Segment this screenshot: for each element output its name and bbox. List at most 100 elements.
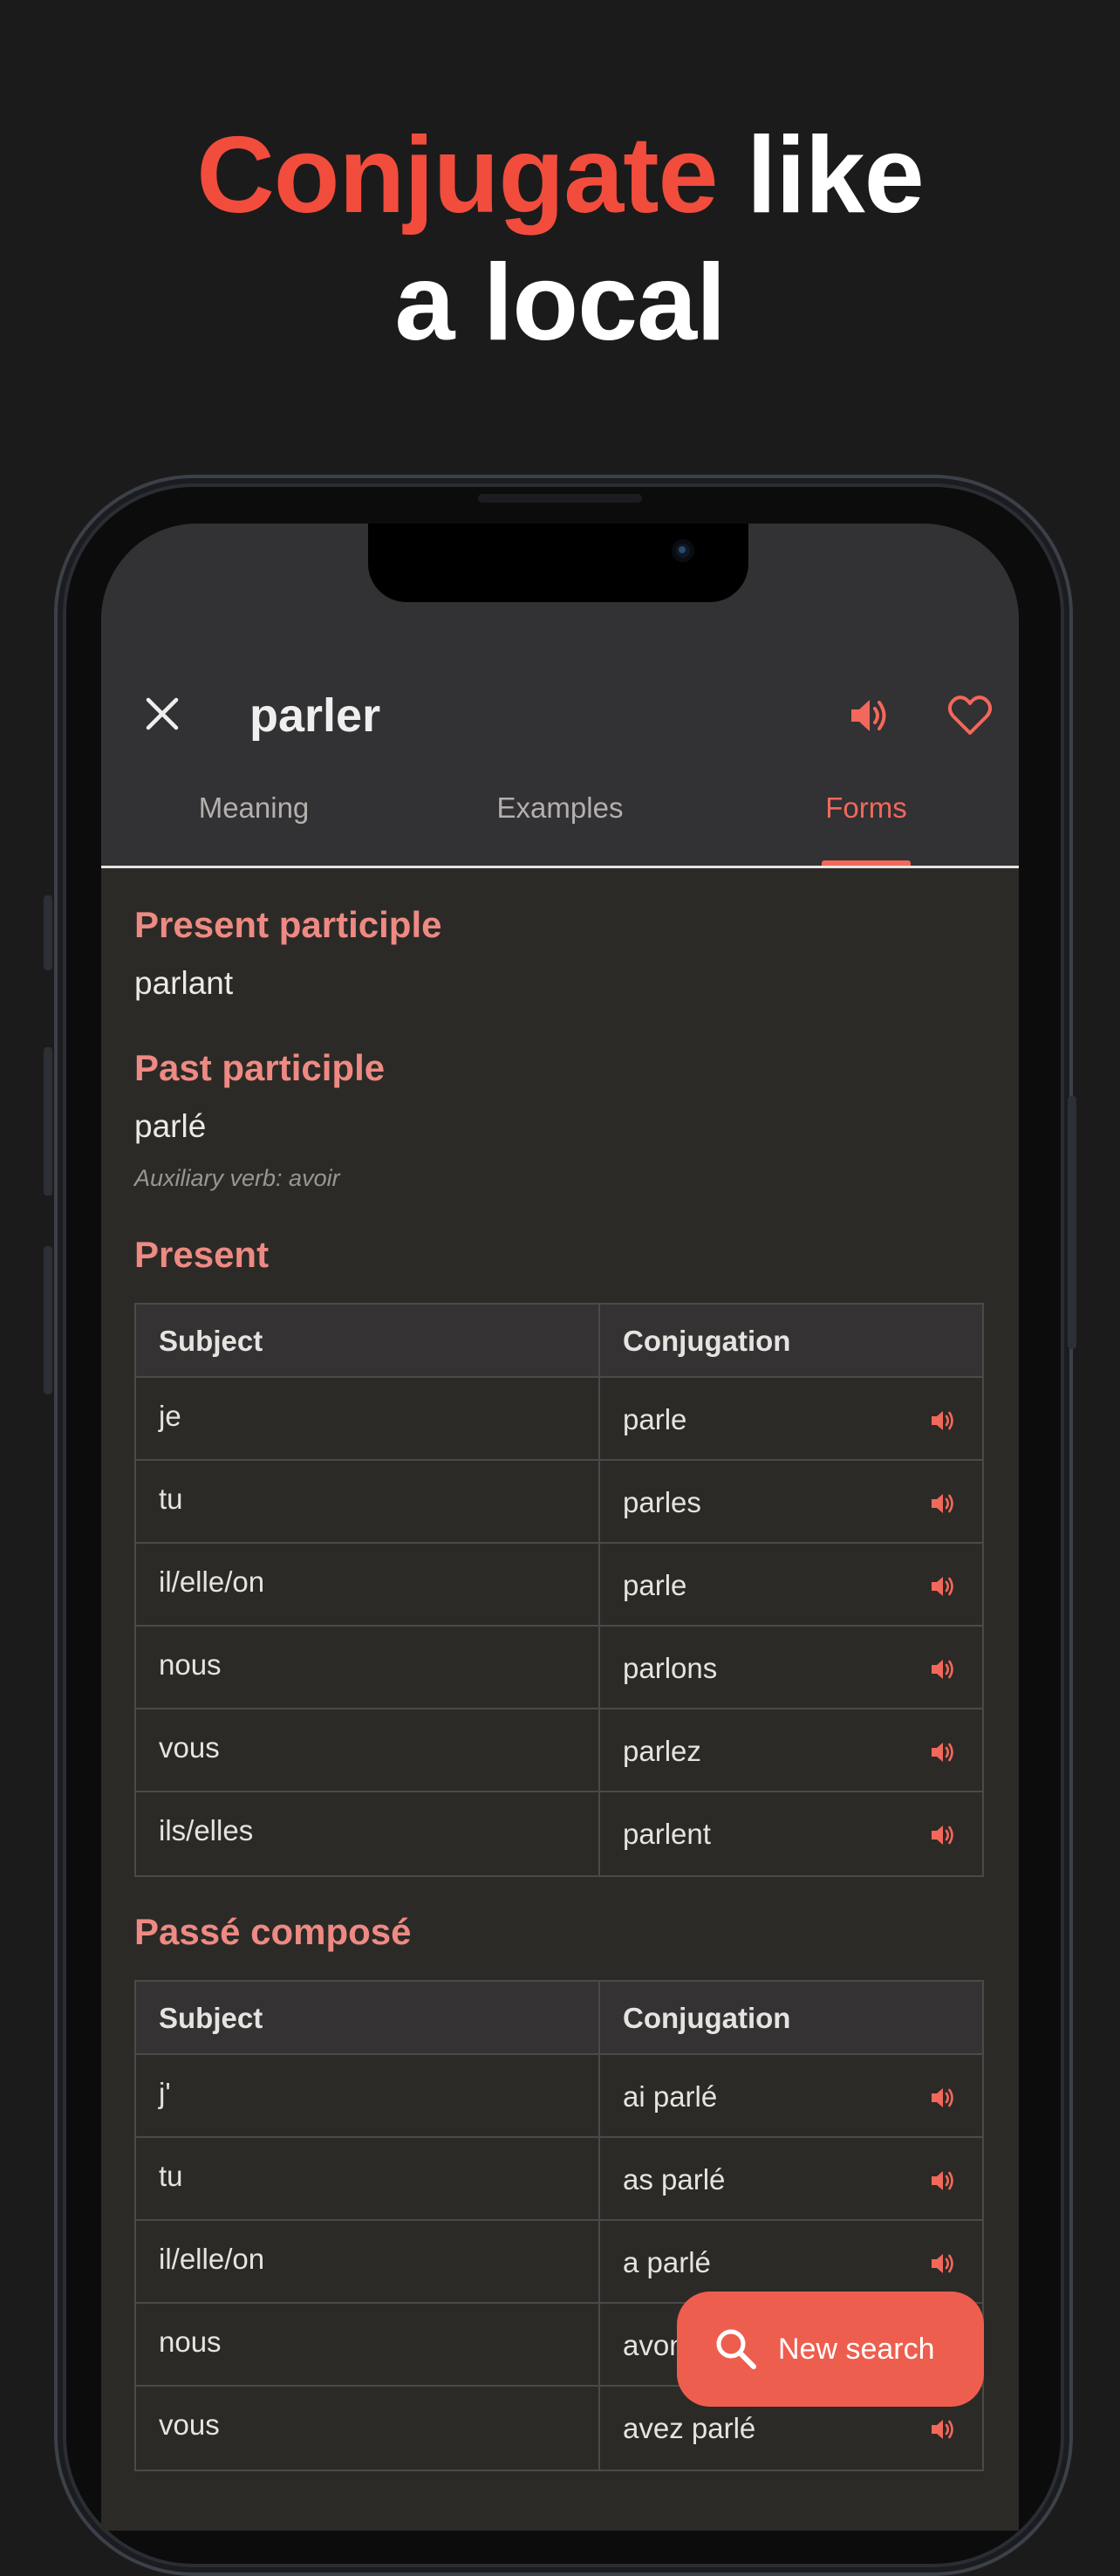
column-divider [598, 1305, 600, 1376]
speaker-icon [932, 1411, 953, 1430]
phone-speaker-grille [478, 494, 642, 503]
table-row: j' ai parlé [136, 2055, 982, 2138]
row-speaker-icon[interactable] [928, 2083, 958, 2113]
column-divider [598, 2304, 600, 2385]
headline: Conjugate like a local [0, 112, 1120, 367]
column-divider [598, 1982, 600, 2053]
speaker-icon [851, 700, 886, 731]
subject-cell: tu [159, 2160, 183, 2192]
pronounce-button[interactable] [843, 689, 895, 742]
row-speaker-icon[interactable] [928, 2415, 958, 2444]
speaker-icon [932, 1660, 953, 1679]
subject-cell: il/elle/on [159, 1565, 265, 1598]
subject-cell: nous [159, 2326, 222, 2358]
column-header-conjugation: Conjugation [623, 1325, 791, 1357]
phone-power-button [1068, 1096, 1076, 1349]
table-header-row: Subject Conjugation [136, 1982, 982, 2055]
conjugation-cell: parlez [623, 1735, 701, 1767]
subject-cell: nous [159, 1648, 222, 1681]
speaker-icon [932, 2420, 953, 2439]
auxiliary-verb-note: Auxiliary verb: avoir [134, 1165, 340, 1191]
past-participle-value: parlé [134, 1108, 207, 1144]
subject-cell: il/elle/on [159, 2243, 265, 2275]
table-row: nous parlons [136, 1627, 982, 1709]
present-participle-value: parlant [134, 965, 234, 1001]
subject-cell: ils/elles [159, 1814, 254, 1846]
column-divider [598, 1378, 600, 1459]
conjugation-cell: parle [623, 1403, 687, 1435]
speaker-icon [932, 2088, 953, 2107]
table-row: vous parlez [136, 1709, 982, 1792]
row-speaker-icon[interactable] [928, 1572, 958, 1601]
speaker-icon [932, 1494, 953, 1513]
row-speaker-icon[interactable] [928, 1737, 958, 1767]
conjugation-cell: parlent [623, 1818, 711, 1850]
present-table: Subject Conjugation je parle tu parles i… [134, 1303, 984, 1877]
close-icon [146, 697, 179, 730]
table-header-row: Subject Conjugation [136, 1305, 982, 1378]
new-search-label: New search [778, 2333, 935, 2366]
conjugation-cell: as parlé [623, 2163, 726, 2196]
table-row: tu parles [136, 1461, 982, 1544]
speaker-icon [932, 2171, 953, 2190]
tab-meaning[interactable]: Meaning [101, 791, 406, 826]
subject-cell: tu [159, 1483, 183, 1515]
speaker-icon [932, 1826, 953, 1845]
table-row: il/elle/on parle [136, 1544, 982, 1627]
conjugation-cell: avez parlé [623, 2412, 756, 2444]
subject-cell: vous [159, 2408, 220, 2441]
speaker-icon [932, 2254, 953, 2273]
row-speaker-icon[interactable] [928, 2249, 958, 2278]
column-divider [598, 1709, 600, 1791]
conjugation-cell: parle [623, 1569, 687, 1601]
table-row: ils/elles parlent [136, 1792, 982, 1875]
phone-volume-down [44, 1246, 52, 1394]
row-speaker-icon[interactable] [928, 1655, 958, 1684]
section-title-present: Present [134, 1234, 270, 1275]
column-divider [598, 1544, 600, 1625]
column-divider [598, 2138, 600, 2219]
headline-accent: Conjugate [196, 115, 718, 236]
column-header-subject: Subject [159, 1325, 263, 1357]
section-title-passe-compose: Passé composé [134, 1911, 412, 1952]
headline-line1-rest: like [717, 115, 925, 236]
column-header-subject: Subject [159, 2002, 263, 2034]
tab-examples[interactable]: Examples [407, 791, 713, 826]
row-speaker-icon[interactable] [928, 1406, 958, 1435]
column-divider [598, 1627, 600, 1708]
conjugation-cell: parlons [623, 1652, 718, 1684]
favorite-button[interactable] [944, 689, 996, 742]
notch [368, 524, 748, 602]
conjugation-cell: a parlé [623, 2246, 711, 2278]
row-speaker-icon[interactable] [928, 1820, 958, 1850]
subject-cell: j' [159, 2077, 171, 2109]
subject-cell: je [159, 1400, 181, 1432]
phone-volume-up [44, 1047, 52, 1196]
row-speaker-icon[interactable] [928, 1489, 958, 1518]
page-title: parler [249, 689, 381, 742]
row-speaker-icon[interactable] [928, 2166, 958, 2196]
speaker-icon [932, 1577, 953, 1596]
section-title-present-participle: Present participle [134, 904, 442, 945]
conjugation-cell: ai parlé [623, 2080, 718, 2113]
section-title-past-participle: Past participle [134, 1047, 386, 1088]
speaker-icon [932, 1743, 953, 1762]
column-divider [598, 1792, 600, 1875]
close-button[interactable] [136, 688, 188, 740]
column-header-conjugation: Conjugation [623, 2002, 791, 2034]
conjugation-cell: parles [623, 1486, 701, 1518]
new-search-button[interactable]: New search [677, 2292, 984, 2407]
front-camera [672, 539, 694, 562]
column-divider [598, 2055, 600, 2136]
table-row: je parle [136, 1378, 982, 1461]
column-divider [598, 1461, 600, 1542]
column-divider [598, 2221, 600, 2302]
headline-line2: a local [394, 243, 727, 363]
phone-screen: parler Meaning Examples Forms Present pa… [101, 524, 1019, 2531]
tab-bar: Meaning Examples Forms [101, 777, 1019, 866]
heart-icon [947, 695, 993, 735]
search-icon [716, 2329, 756, 2369]
subject-cell: vous [159, 1731, 220, 1764]
tab-divider [101, 866, 1019, 868]
tab-forms[interactable]: Forms [714, 791, 1019, 826]
